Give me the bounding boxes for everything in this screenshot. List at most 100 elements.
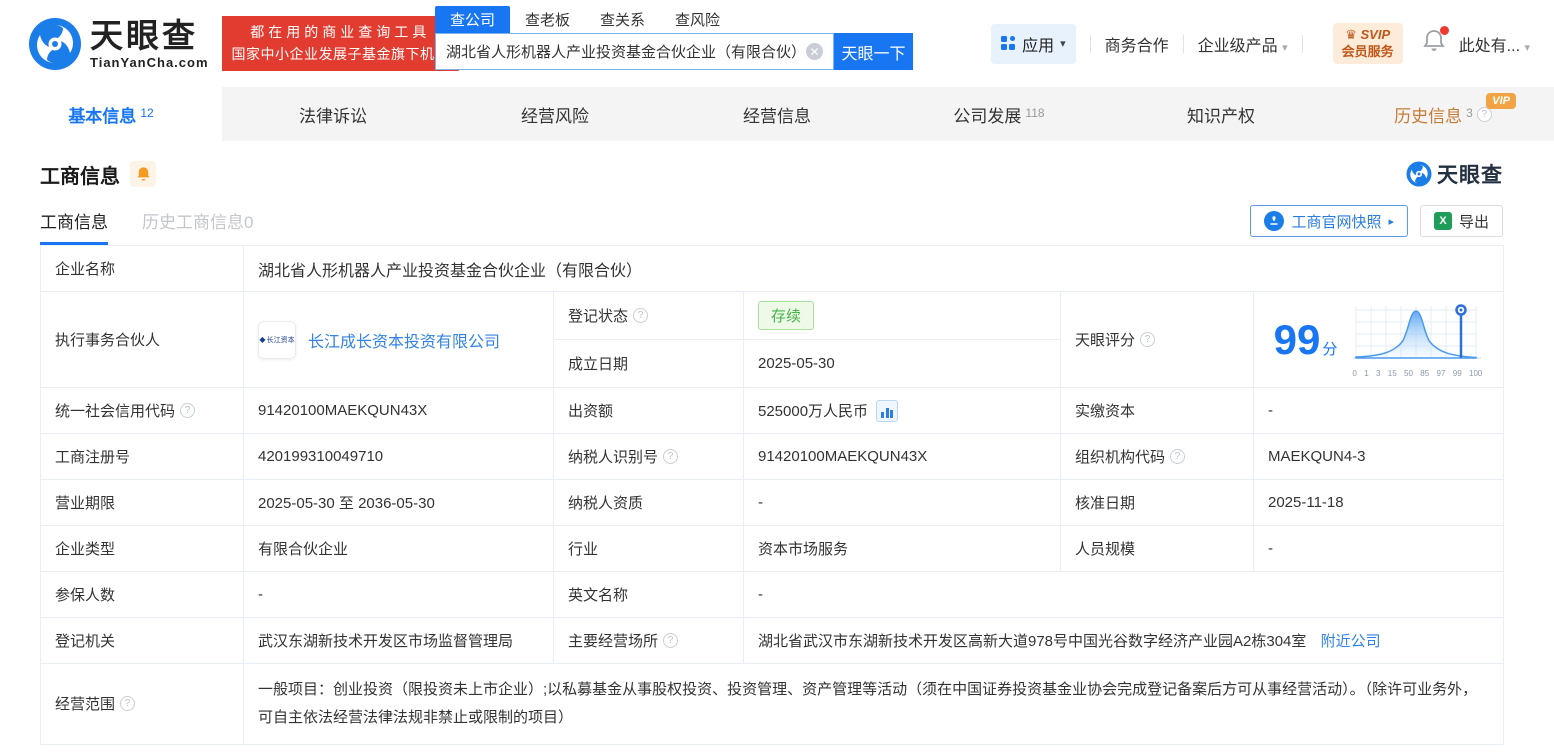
approval-date-value: 2025-11-18 — [1252, 479, 1505, 526]
search-tab-company[interactable]: 查公司 — [435, 6, 511, 33]
reg-status-label: 登记状态? — [553, 291, 744, 340]
business-term-label: 营业期限 — [40, 479, 244, 526]
reg-authority-label: 登记机关 — [40, 617, 244, 664]
search-input[interactable]: 湖北省人形机器人产业投资基金合伙企业（有限合伙） ✕ — [435, 33, 835, 70]
taxpayer-quality-label: 纳税人资质 — [553, 479, 744, 526]
tab-history-info[interactable]: VIP 历史信息 3 ? — [1332, 87, 1554, 141]
company-type-label: 企业类型 — [40, 525, 244, 572]
score-label: 天眼评分? — [1060, 291, 1254, 388]
tianyancha-swirl-icon — [1406, 161, 1432, 187]
table-row: 营业期限 2025-05-30 至 2036-05-30 纳税人资质 - 核准日… — [40, 479, 1505, 526]
search-tab-boss[interactable]: 查老板 — [510, 6, 585, 33]
search-tab-relation[interactable]: 查关系 — [585, 6, 660, 33]
paid-capital-value: - — [1252, 387, 1505, 434]
header-right: 应用 ▾ 商务合作 企业级产品 ▾ ♛ SVIP 会员服务 此处有... ▾ — [991, 0, 1530, 87]
score-chart-ticks: 01 3 15 50 85 97 99 100 — [1352, 368, 1483, 378]
partner-company-link[interactable]: 长江成长资本投资有限公司 — [308, 328, 500, 352]
search-input-value: 湖北省人形机器人产业投资基金合伙企业（有限合伙） — [446, 44, 807, 61]
capital-value: 525000万人民币 — [743, 387, 1061, 434]
tab-intellectual-property[interactable]: 知识产权 — [1110, 87, 1332, 141]
help-icon[interactable]: ? — [633, 308, 649, 323]
nearby-companies-link[interactable]: 附近公司 — [1321, 633, 1381, 650]
org-code-label: 组织机构代码? — [1060, 433, 1254, 480]
brand-logo[interactable]: 天眼查 TianYanCha.com — [28, 17, 209, 71]
taxpayer-id-label: 纳税人识别号? — [553, 433, 744, 480]
tab-legal-litigation[interactable]: 法律诉讼 — [222, 87, 444, 141]
tab-company-development[interactable]: 公司发展 118 — [888, 87, 1110, 141]
industry-label: 行业 — [553, 525, 744, 572]
stamp-icon — [1264, 211, 1285, 231]
business-scope-label: 经营范围? — [40, 663, 244, 745]
english-name-value: - — [742, 571, 1505, 618]
reg-authority-value: 武汉东湖新技术开发区市场监督管理局 — [243, 617, 554, 664]
org-code-value: MAEKQUN4-3 — [1252, 433, 1505, 480]
promo-line2: 国家中小企业发展子基金旗下机构 — [231, 45, 450, 62]
table-row: 登记机关 武汉东湖新技术开发区市场监督管理局 主要经营场所? 湖北省武汉市东湖新… — [40, 617, 1505, 664]
approval-date-label: 核准日期 — [1060, 479, 1254, 526]
capital-chart-icon[interactable] — [876, 399, 899, 422]
section-title: 工商信息 — [40, 165, 120, 188]
business-cooperation-link[interactable]: 商务合作 — [1105, 32, 1169, 56]
insured-count-value: - — [243, 571, 554, 618]
apps-grid-icon — [1001, 36, 1016, 51]
industry-value: 资本市场服务 — [743, 525, 1061, 572]
table-row: 企业类型 有限合伙企业 行业 资本市场服务 人员规模 - — [40, 525, 1505, 572]
notification-bell-icon[interactable] — [1422, 26, 1449, 58]
english-name-label: 英文名称 — [553, 571, 744, 618]
export-button[interactable]: X 导出 — [1419, 205, 1503, 237]
search-block: 查公司 查老板 查关系 查风险 湖北省人形机器人产业投资基金合伙企业（有限合伙）… — [435, 6, 913, 70]
company-name-label: 企业名称 — [40, 245, 244, 292]
company-nav-tabs: 基本信息 12 法律诉讼 经营风险 经营信息 公司发展 118 知识产权 VIP… — [0, 87, 1554, 141]
help-icon[interactable]: ? — [120, 696, 136, 712]
tab-basic-info[interactable]: 基本信息 12 — [0, 87, 222, 141]
staff-size-label: 人员规模 — [1060, 525, 1254, 572]
vip-badge: VIP — [1486, 93, 1516, 110]
excel-icon: X — [1433, 212, 1452, 230]
apps-menu[interactable]: 应用 ▾ — [991, 23, 1076, 64]
main-content: 工商信息 天眼查 工商信息 历史工商信息0 工商官网快照 ▸ X 导出 企业名称… — [0, 159, 1554, 745]
brand-name: 天眼查 — [90, 16, 198, 54]
help-icon[interactable]: ? — [663, 449, 679, 464]
business-info-table: 企业名称 湖北省人形机器人产业投资基金合伙企业（有限合伙） 执行事务合伙人 ◆ 长… — [40, 245, 1505, 745]
watermark-logo: 天眼查 — [1406, 159, 1503, 189]
apps-label: 应用 — [1022, 37, 1055, 55]
company-type-value: 有限合伙企业 — [243, 525, 554, 572]
status-badge: 存续 — [758, 301, 815, 330]
table-row: 经营范围? 一般项目：创业投资（限投资未上市企业）;以私募基金从事股权投资、投资… — [40, 663, 1505, 745]
executive-partner-label: 执行事务合伙人 — [40, 291, 244, 388]
brand-domain: TianYanCha.com — [90, 54, 209, 70]
tab-operation-info[interactable]: 经营信息 — [666, 87, 888, 141]
subtab-business-info[interactable]: 工商信息 — [40, 208, 108, 245]
capital-label: 出资额 — [553, 387, 744, 434]
clear-search-icon[interactable]: ✕ — [806, 43, 824, 60]
tianyancha-swirl-icon — [29, 17, 81, 70]
help-icon[interactable]: ? — [180, 403, 196, 418]
divider — [1301, 34, 1303, 53]
promo-line1: 都在用的商业查询工具 — [250, 23, 431, 40]
partner-logo: ◆ 长江资本 — [258, 320, 296, 359]
search-button[interactable]: 天眼一下 — [834, 33, 913, 70]
svip-member-button[interactable]: ♛ SVIP 会员服务 — [1332, 23, 1403, 64]
reg-number-value: 420199310049710 — [243, 433, 554, 480]
subscribe-bell-icon[interactable] — [130, 161, 156, 187]
search-tab-risk[interactable]: 查风险 — [660, 6, 735, 33]
credit-code-value: 91420100MAEKQUN43X — [243, 387, 554, 434]
chevron-down-icon: ▾ — [1282, 41, 1288, 54]
search-tabs: 查公司 查老板 查关系 查风险 — [435, 6, 913, 33]
table-row: 工商注册号 420199310049710 纳税人识别号? 91420100MA… — [40, 433, 1505, 480]
insured-count-label: 参保人数 — [40, 571, 244, 618]
help-icon[interactable]: ? — [1170, 449, 1186, 464]
help-icon[interactable]: ? — [663, 633, 679, 648]
divider — [1182, 34, 1184, 53]
divider — [1089, 34, 1091, 53]
official-snapshot-button[interactable]: 工商官网快照 ▸ — [1250, 205, 1408, 237]
chevron-down-icon: ▾ — [1524, 41, 1530, 54]
enterprise-products-link[interactable]: 企业级产品 ▾ — [1198, 32, 1288, 56]
tab-operation-risk[interactable]: 经营风险 — [444, 87, 666, 141]
help-icon[interactable]: ? — [1140, 332, 1156, 347]
user-account-menu[interactable]: 此处有... ▾ — [1459, 32, 1530, 56]
establish-date-label: 成立日期 — [553, 339, 744, 388]
reg-number-label: 工商注册号 — [40, 433, 244, 480]
subtab-history-business-info[interactable]: 历史工商信息0 — [142, 208, 253, 245]
table-row: 参保人数 - 英文名称 - — [40, 571, 1505, 618]
